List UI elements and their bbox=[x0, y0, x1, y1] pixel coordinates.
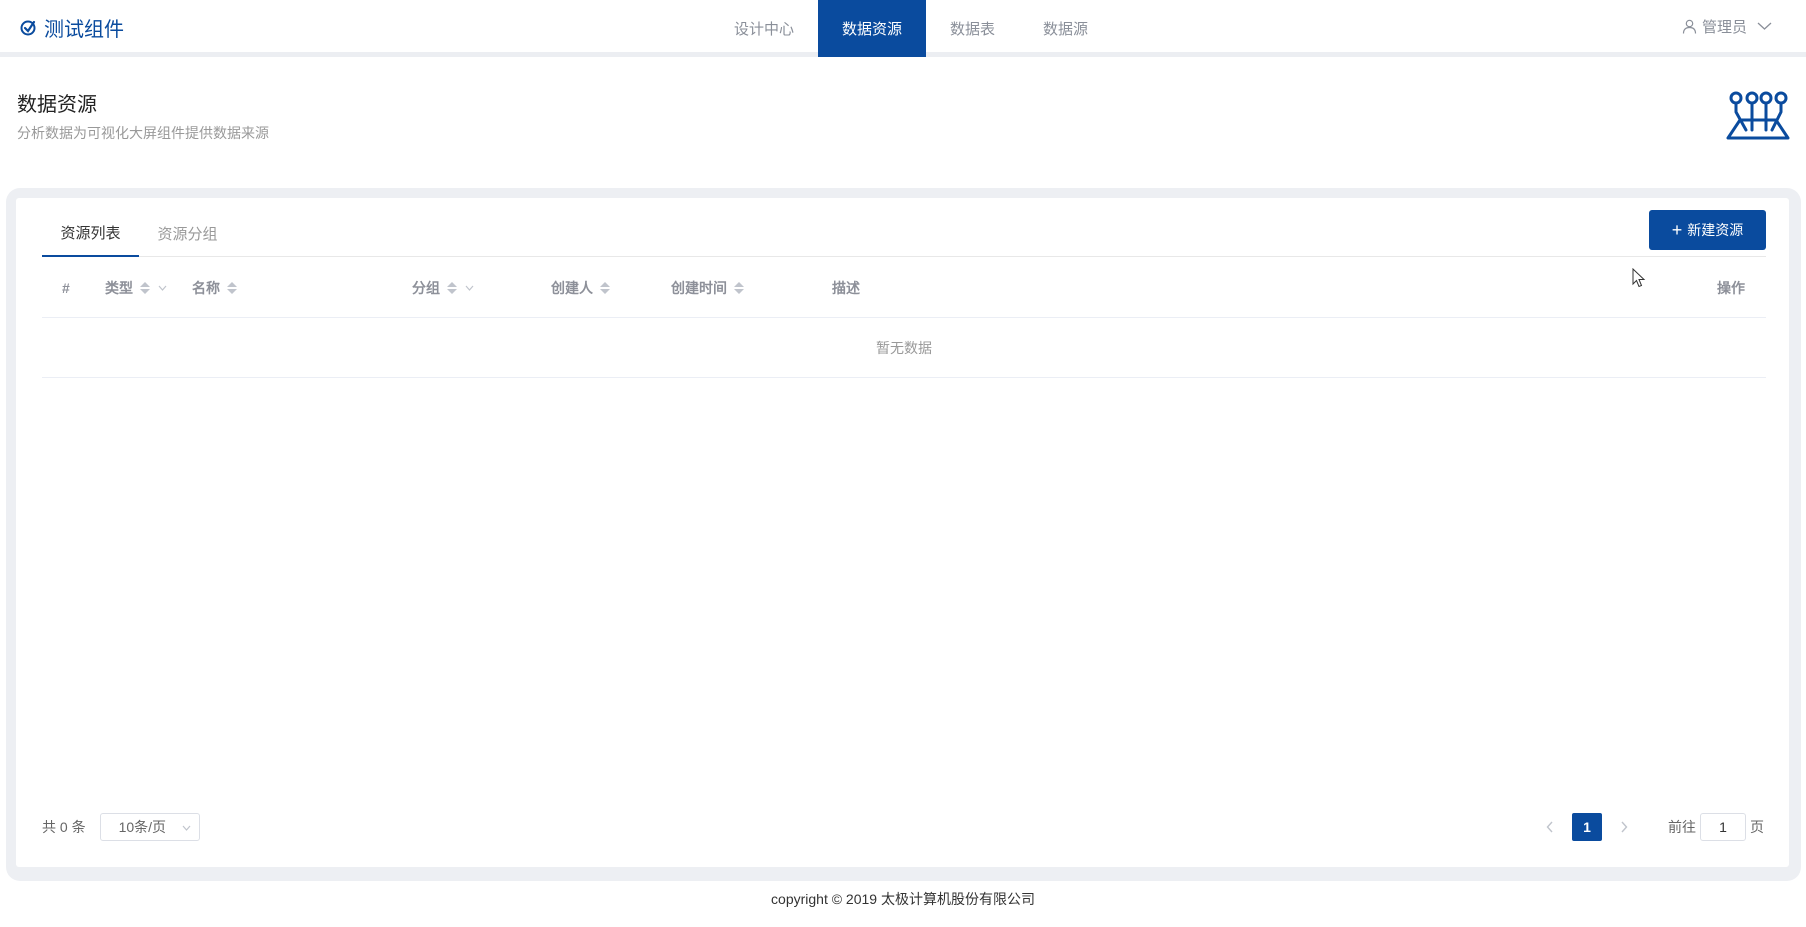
nav-item-data-sources[interactable]: 数据源 bbox=[1019, 0, 1112, 57]
column-creator[interactable]: 创建人 bbox=[551, 258, 610, 318]
chevron-left-icon bbox=[1546, 821, 1553, 833]
page-jumper: 前往 页 bbox=[1668, 813, 1764, 841]
column-description: 描述 bbox=[832, 258, 860, 318]
mouse-cursor-icon bbox=[1632, 268, 1646, 288]
goto-page-input[interactable] bbox=[1700, 813, 1746, 841]
column-name-label: 名称 bbox=[192, 280, 220, 296]
column-group[interactable]: 分组 bbox=[412, 258, 474, 318]
column-created-at-label: 创建时间 bbox=[671, 280, 727, 296]
tab-resource-list[interactable]: 资源列表 bbox=[42, 210, 139, 257]
sort-icon[interactable] bbox=[600, 282, 610, 294]
nav-item-design-center[interactable]: 设计中心 bbox=[710, 0, 818, 57]
column-description-label: 描述 bbox=[832, 280, 860, 296]
nav-item-data-tables[interactable]: 数据表 bbox=[926, 0, 1019, 57]
pagination-summary: 共 0 条 10条/页 bbox=[42, 813, 200, 841]
sort-icon[interactable] bbox=[227, 282, 237, 294]
table-header: # 类型 名称 分组 创建人 创建时间 描述 操作 bbox=[42, 258, 1766, 318]
page-header: 数据资源 分析数据为可视化大屏组件提供数据来源 bbox=[17, 88, 269, 143]
prev-page-button[interactable] bbox=[1536, 813, 1564, 841]
chevron-down-icon bbox=[182, 825, 191, 831]
column-created-at[interactable]: 创建时间 bbox=[671, 258, 744, 318]
goto-prefix: 前往 bbox=[1668, 819, 1696, 835]
sort-icon[interactable] bbox=[734, 282, 744, 294]
new-resource-label: 新建资源 bbox=[1687, 222, 1744, 238]
column-index-label: # bbox=[62, 280, 70, 296]
app-brand[interactable]: 测试组件 bbox=[18, 12, 124, 42]
column-actions-label: 操作 bbox=[1717, 280, 1745, 296]
tab-resource-groups[interactable]: 资源分组 bbox=[139, 210, 236, 257]
pagination: 1 前往 页 bbox=[1536, 813, 1764, 841]
app-logo-icon bbox=[20, 20, 36, 36]
main-nav: 设计中心 数据资源 数据表 数据源 bbox=[710, 0, 1112, 57]
footer-copyright: copyright © 2019 太极计算机股份有限公司 bbox=[771, 891, 1035, 907]
top-navbar: 测试组件 设计中心 数据资源 数据表 数据源 管理员 bbox=[0, 0, 1806, 57]
data-resource-illustration-icon bbox=[1726, 91, 1790, 140]
user-icon bbox=[1682, 19, 1697, 34]
empty-text: 暂无数据 bbox=[876, 339, 932, 356]
next-page-button[interactable] bbox=[1610, 813, 1638, 841]
column-index: # bbox=[62, 258, 70, 318]
column-name[interactable]: 名称 bbox=[192, 258, 237, 318]
total-count: 共 0 条 bbox=[42, 819, 86, 835]
app-title: 测试组件 bbox=[44, 18, 124, 41]
page-number-current[interactable]: 1 bbox=[1572, 813, 1602, 841]
plus-icon: + bbox=[1671, 220, 1683, 240]
goto-suffix: 页 bbox=[1750, 819, 1764, 835]
nav-item-data-resources[interactable]: 数据资源 bbox=[818, 0, 927, 57]
new-resource-button[interactable]: + 新建资源 bbox=[1649, 210, 1766, 250]
page-subtitle: 分析数据为可视化大屏组件提供数据来源 bbox=[17, 125, 269, 141]
resource-tabs: 资源列表 资源分组 bbox=[42, 210, 1766, 257]
table-empty-state: 暂无数据 bbox=[42, 318, 1766, 378]
page-title: 数据资源 bbox=[17, 94, 97, 116]
user-menu[interactable]: 管理员 bbox=[1682, 14, 1772, 38]
chevron-down-icon bbox=[1757, 22, 1772, 30]
filter-chevron-icon[interactable] bbox=[158, 285, 167, 291]
column-type-label: 类型 bbox=[105, 280, 133, 296]
page-size-select[interactable]: 10条/页 bbox=[99, 813, 200, 841]
column-group-label: 分组 bbox=[412, 280, 440, 296]
page-size-value: 10条/页 bbox=[118, 819, 167, 835]
user-name: 管理员 bbox=[1701, 18, 1747, 36]
content-card: 资源列表 资源分组 + 新建资源 # 类型 名称 分组 创建人 创建时间 描述 … bbox=[16, 198, 1789, 867]
filter-chevron-icon[interactable] bbox=[465, 285, 474, 291]
chevron-right-icon bbox=[1621, 821, 1628, 833]
sort-icon[interactable] bbox=[140, 282, 150, 294]
column-creator-label: 创建人 bbox=[551, 280, 593, 296]
column-type[interactable]: 类型 bbox=[105, 258, 167, 318]
column-actions: 操作 bbox=[1717, 258, 1745, 318]
sort-icon[interactable] bbox=[447, 282, 457, 294]
